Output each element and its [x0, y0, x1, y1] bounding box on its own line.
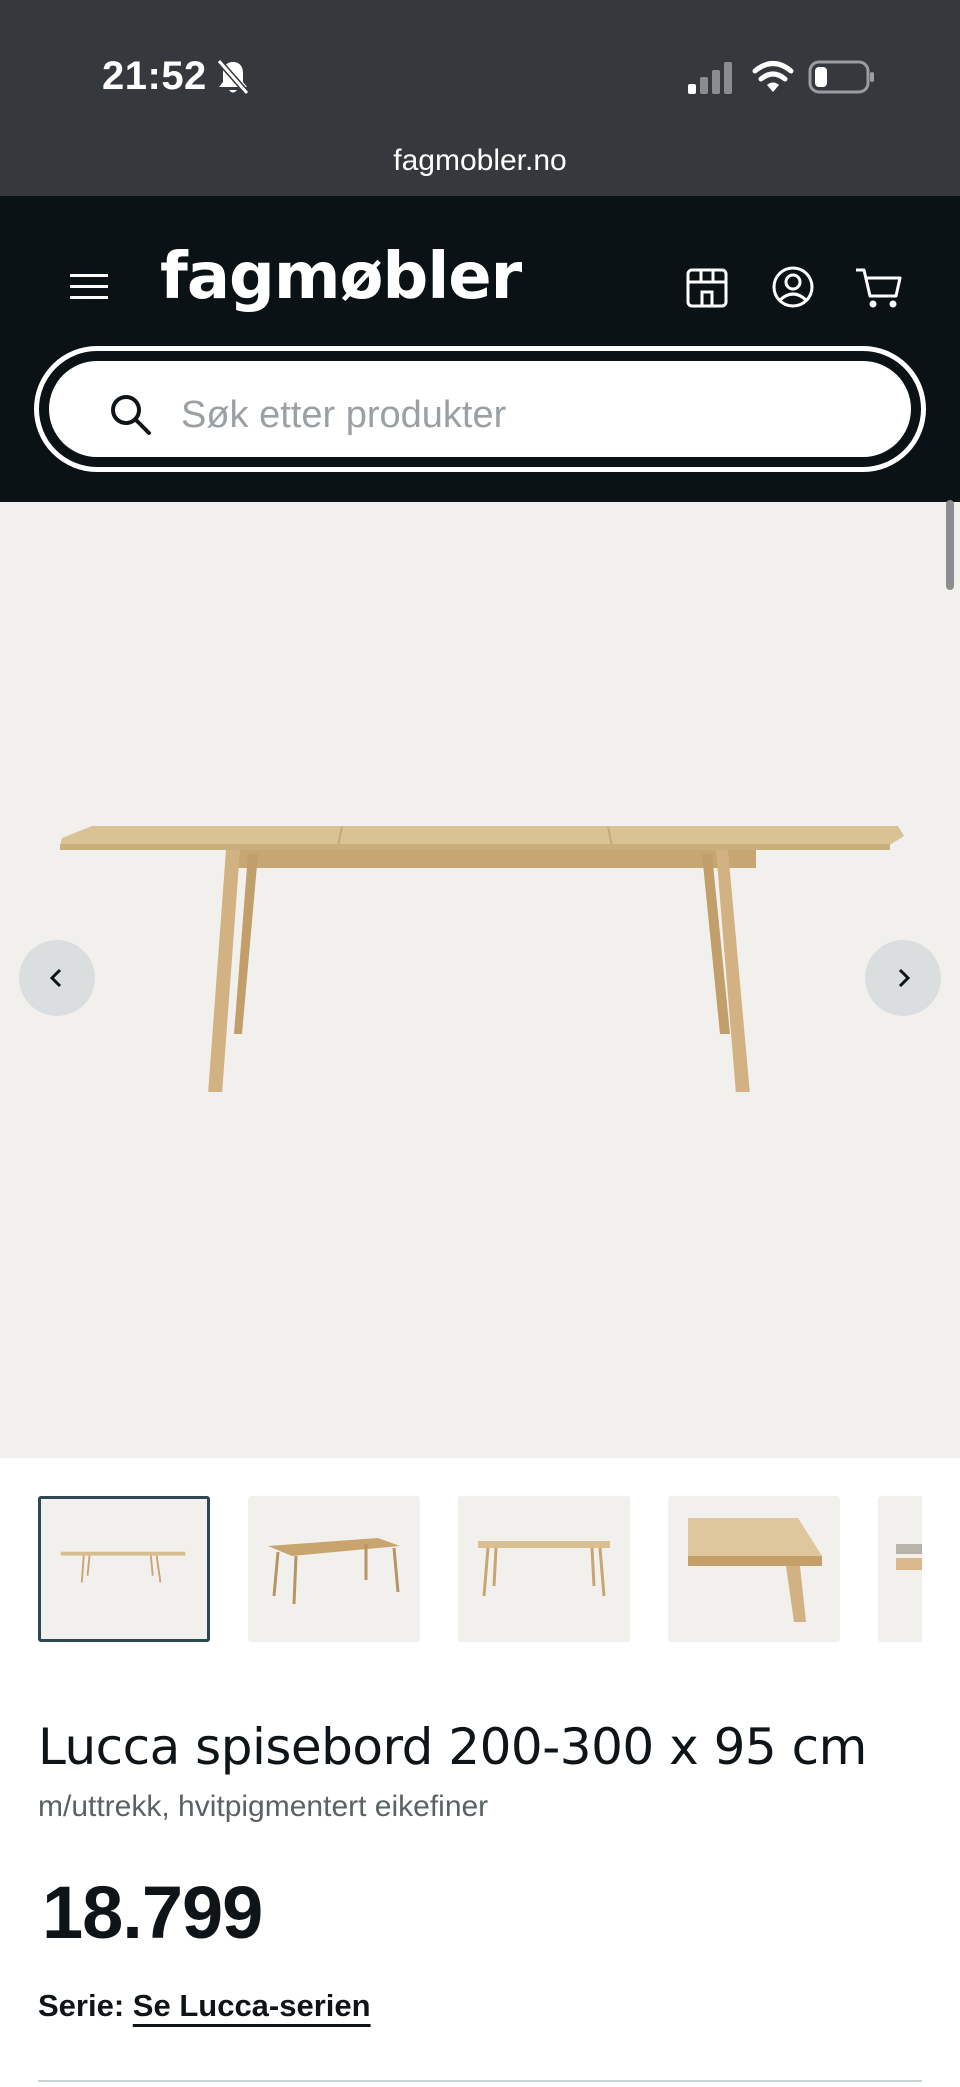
- search-bar: [34, 346, 926, 472]
- search-input[interactable]: [181, 377, 861, 453]
- thumbnail-image: [60, 1551, 186, 1583]
- thumbnail-4[interactable]: [668, 1496, 840, 1642]
- search-field[interactable]: [49, 361, 911, 457]
- thumbnail-1[interactable]: [38, 1496, 210, 1642]
- wifi-icon: [752, 61, 794, 92]
- gallery-next-button[interactable]: [865, 940, 941, 1016]
- page-scrollbar[interactable]: [946, 500, 954, 590]
- store-icon[interactable]: [684, 264, 730, 310]
- product-price: 18.799: [42, 1871, 263, 1954]
- battery-icon: [808, 60, 874, 94]
- cart-icon[interactable]: [854, 264, 904, 310]
- product-title: Lucca spisebord 200-300 x 95 cm: [38, 1718, 867, 1776]
- menu-icon[interactable]: [70, 270, 110, 304]
- gallery-prev-button[interactable]: [19, 940, 95, 1016]
- thumbnail-2[interactable]: [248, 1496, 420, 1642]
- url-bar[interactable]: fagmobler.no: [0, 144, 960, 178]
- thumbnail-image: [268, 1538, 400, 1605]
- thumbnail-strip: [0, 1494, 922, 1644]
- status-time: 21:52: [102, 54, 207, 98]
- logo[interactable]: fagmøbler: [160, 240, 522, 314]
- product-series: Serie: Se Lucca-serien: [38, 1988, 371, 2024]
- thumbnail-image: [896, 1544, 922, 1570]
- signal-icon: [688, 62, 732, 94]
- thumbnail-image: [688, 1518, 822, 1622]
- status-bar: 21:52 fagmobler.no: [0, 0, 960, 196]
- series-label: Serie:: [38, 1988, 125, 2023]
- series-link[interactable]: Se Lucca-serien: [133, 1988, 371, 2023]
- thumbnail-5[interactable]: [878, 1496, 922, 1642]
- chevron-left-icon: [49, 968, 62, 988]
- search-icon[interactable]: [107, 391, 153, 437]
- product-image[interactable]: [52, 822, 908, 1092]
- thumbnail-image: [478, 1541, 610, 1597]
- thumbnail-3[interactable]: [458, 1496, 630, 1642]
- bell-muted-icon: [216, 59, 250, 95]
- product-subtitle: m/uttrekk, hvitpigmentert eikefiner: [38, 1790, 489, 1823]
- divider: [38, 2080, 922, 2082]
- product-gallery[interactable]: [0, 502, 960, 1458]
- chevron-right-icon: [898, 968, 911, 988]
- account-icon[interactable]: [770, 264, 816, 310]
